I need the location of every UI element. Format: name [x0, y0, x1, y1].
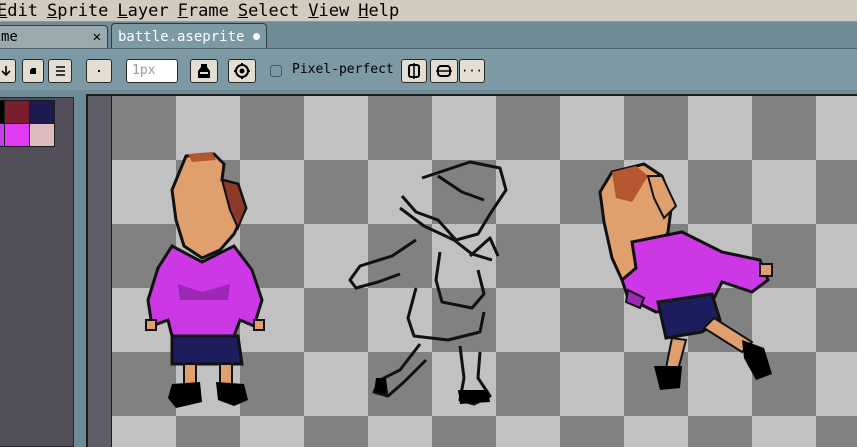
brush-dot-icon[interactable] [86, 59, 112, 83]
tab-battle-label: battle.aseprite [118, 28, 245, 45]
palette-swatch[interactable] [4, 123, 30, 147]
menu-sprite[interactable]: Sprite [47, 1, 117, 21]
menu-select[interactable]: Select [238, 1, 308, 21]
brush-square-icon[interactable] [22, 59, 44, 83]
menu-layer[interactable]: Layer [117, 1, 177, 21]
pixel-perfect-checkbox[interactable] [270, 65, 282, 77]
tool-options-bar: 1px Pixel-perfect ··· [0, 48, 857, 90]
editor-left-margin [88, 96, 112, 447]
menu-layer-mnemonic: L [117, 0, 128, 21]
menu-edit-label: dit [7, 0, 38, 21]
tab-home-label: me [1, 29, 18, 45]
brush-size-input[interactable]: 1px [126, 59, 178, 83]
menu-help[interactable]: Help [358, 1, 408, 21]
palette-swatches [0, 97, 74, 447]
sprite-canvas[interactable] [112, 96, 857, 447]
menu-select-label: elect [248, 0, 300, 21]
close-icon[interactable]: ✕ [93, 29, 101, 45]
palette-swatch[interactable] [29, 100, 55, 124]
menu-layer-label: ayer [127, 0, 169, 21]
sprite-line-sketch [348, 160, 508, 406]
sprite-girl-running [598, 162, 773, 390]
menu-sprite-mnemonic: S [46, 0, 58, 21]
tab-battle-aseprite[interactable]: battle.aseprite [111, 23, 267, 49]
unsaved-dot-icon[interactable] [253, 33, 260, 40]
menu-frame-mnemonic: F [177, 0, 188, 21]
tab-home[interactable]: me ✕ [0, 25, 108, 48]
menu-bar: Edit Sprite Layer Frame Select View Help [0, 0, 857, 22]
brush-lines-icon[interactable] [48, 59, 72, 83]
menu-edit[interactable]: Edit [0, 1, 47, 21]
pixel-perfect-label: Pixel-perfect [292, 62, 394, 77]
menu-frame-label: rame [187, 0, 229, 21]
symmetry-horizontal-icon[interactable] [430, 59, 458, 83]
sprite-girl-back [145, 152, 265, 408]
menu-view-label: iew [318, 0, 350, 21]
menu-sprite-label: prite [57, 0, 109, 21]
ink-bottle-icon[interactable] [190, 59, 218, 83]
tab-strip: me ✕ battle.aseprite [0, 22, 857, 49]
symmetry-vertical-icon[interactable] [401, 59, 427, 83]
menu-view[interactable]: View [308, 1, 358, 21]
palette-swatch[interactable] [4, 100, 30, 124]
more-options-label: ··· [461, 64, 483, 78]
menu-frame[interactable]: Frame [178, 1, 238, 21]
menu-select-mnemonic: S [237, 0, 249, 21]
more-options-button[interactable]: ··· [459, 59, 485, 83]
palette-swatch[interactable] [29, 123, 55, 147]
menu-help-label: elp [368, 0, 400, 21]
eraser-gear-icon[interactable] [228, 59, 256, 83]
menu-view-mnemonic: V [308, 0, 319, 21]
menu-help-mnemonic: H [358, 0, 369, 21]
palette-panel [0, 90, 78, 447]
arrow-down-icon[interactable] [0, 59, 16, 83]
